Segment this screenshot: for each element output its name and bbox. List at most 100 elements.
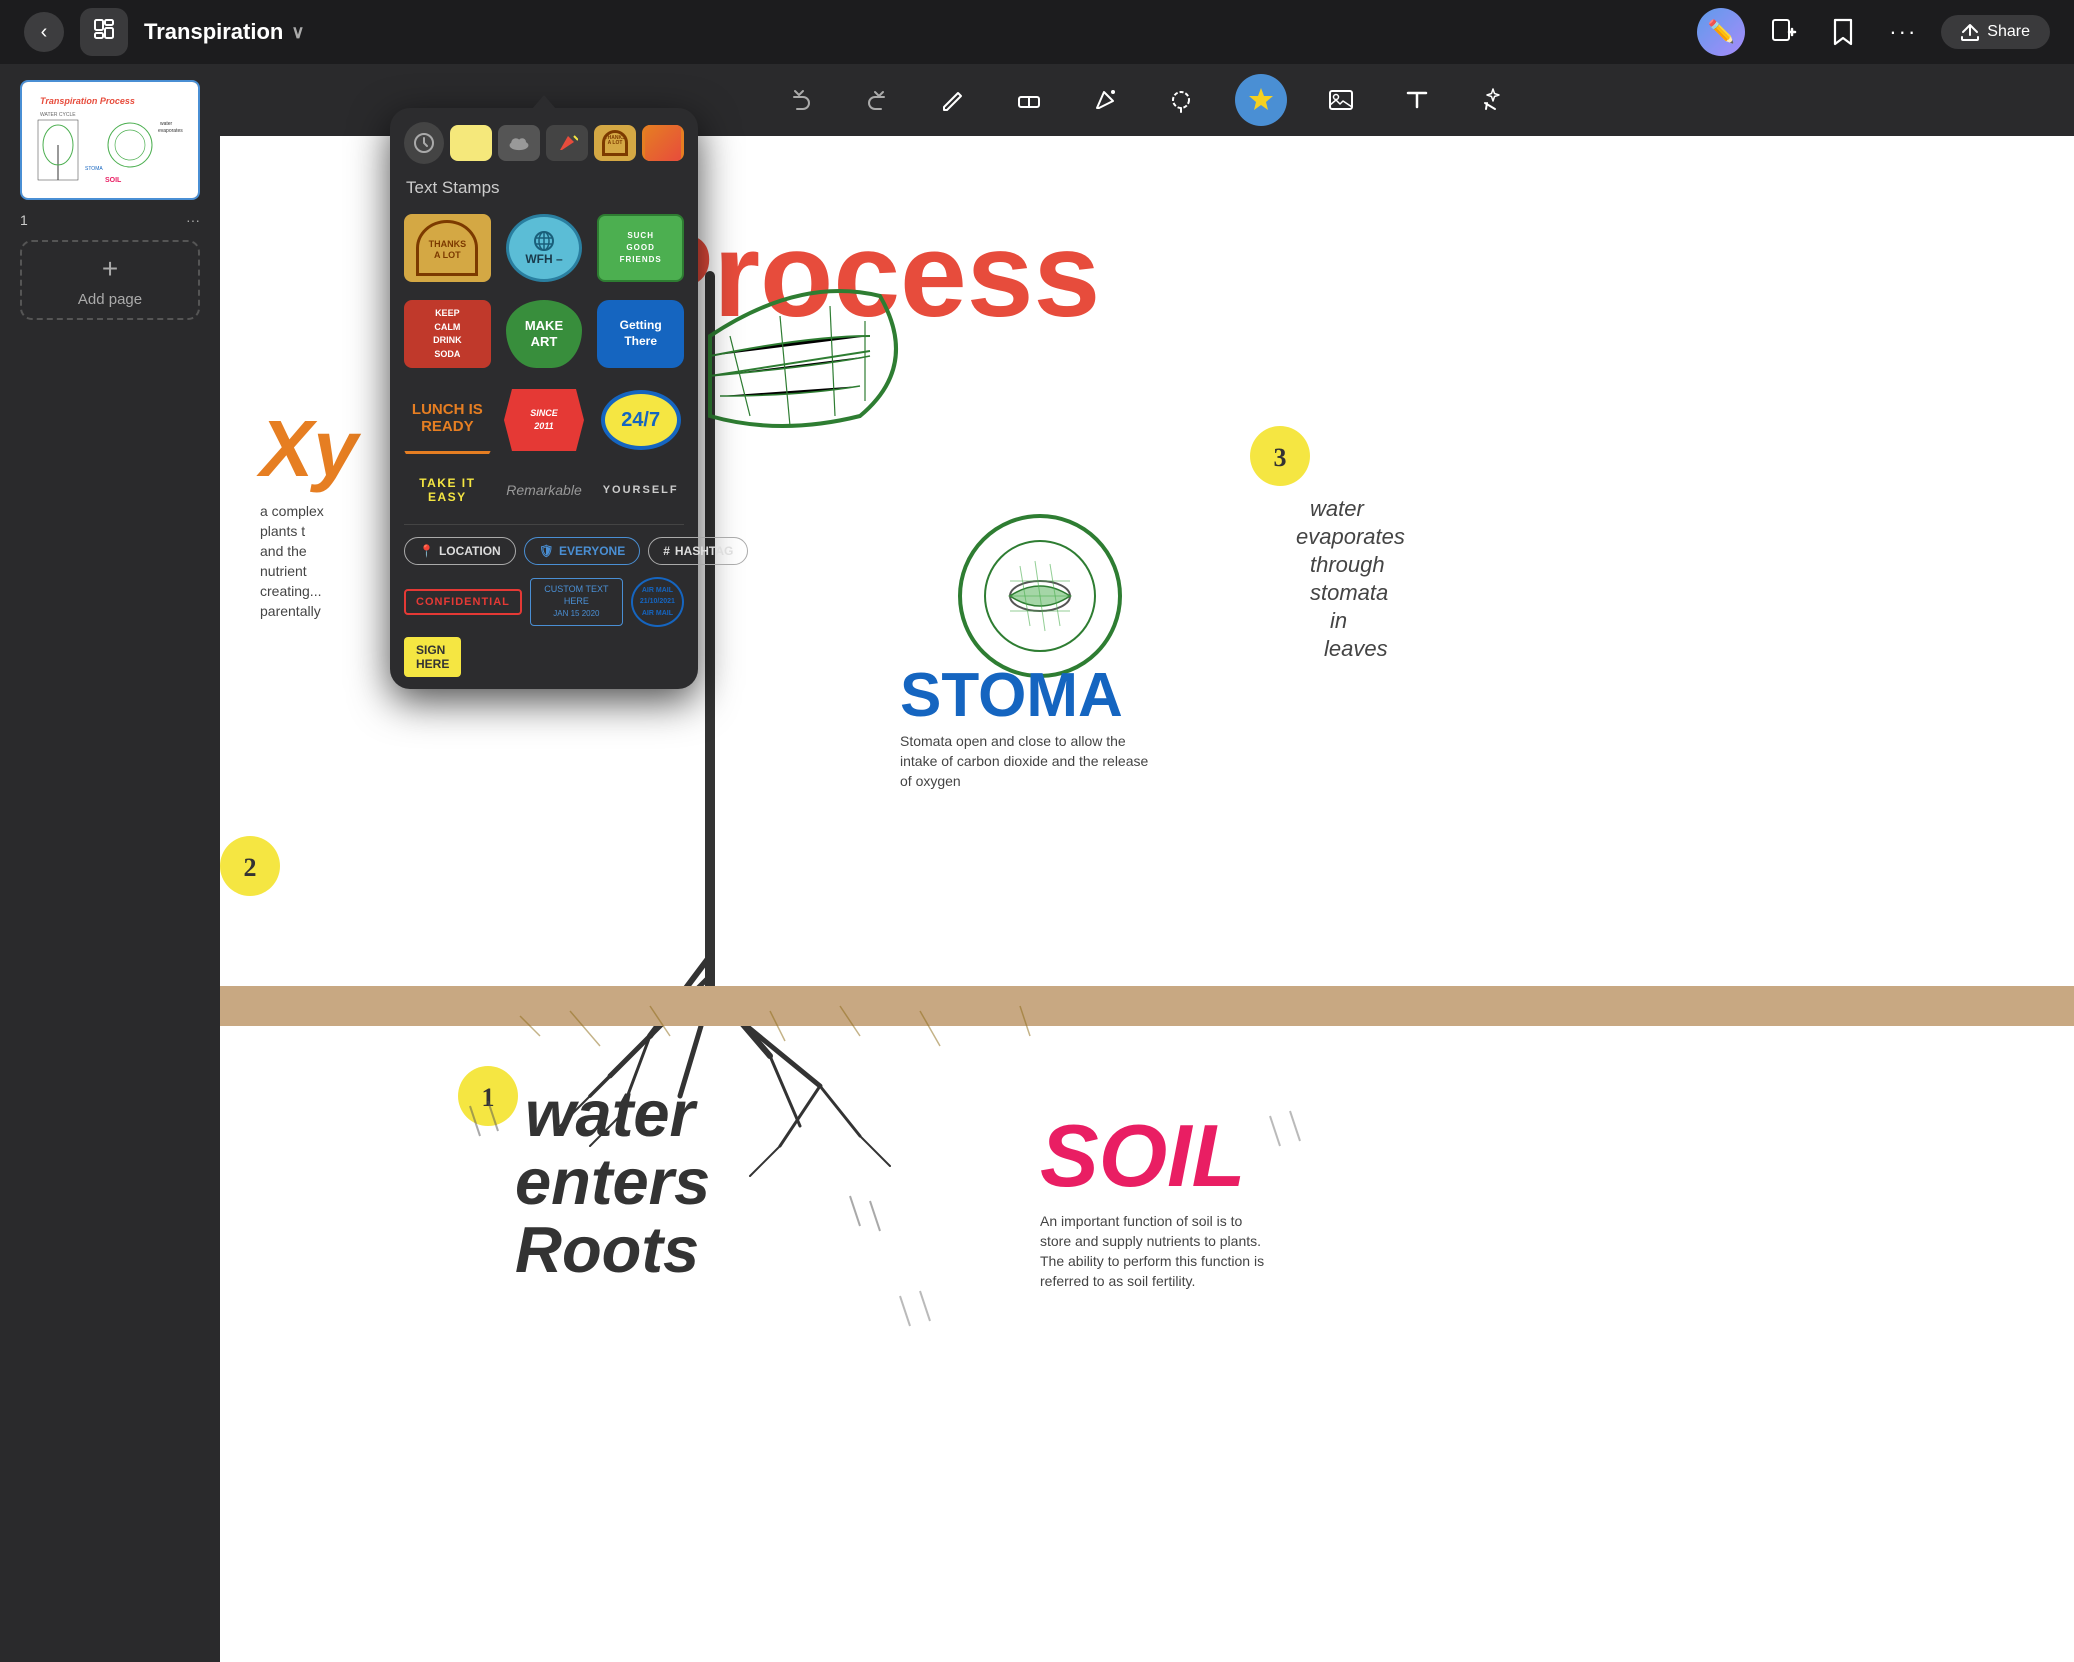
title-chevron-icon: ∨	[291, 22, 304, 43]
svg-text:enters: enters	[515, 1145, 710, 1218]
sticker-tool[interactable]	[1235, 74, 1287, 126]
svg-text:Roots: Roots	[515, 1213, 699, 1286]
remarkable-label: Remarkable	[506, 482, 581, 498]
tag-badges-row: 📍 LOCATION 🛡 EVERYONE # HASHTAG	[390, 533, 698, 573]
stamp-remarkable[interactable]: Remarkable	[501, 468, 588, 512]
add-page-icon-button[interactable]	[1761, 10, 1805, 54]
sticker-getting-there[interactable]: GettingThere	[597, 296, 684, 372]
svg-text:Xy: Xy	[256, 404, 361, 493]
stamp-yourself[interactable]: YOURSELF	[597, 468, 684, 512]
text-stamps-row: TAKE IT EASY Remarkable YOURSELF	[390, 458, 698, 520]
custom-text-label: CUSTOM TEXT HEREJAN 15 2020	[544, 584, 608, 617]
sticker-wfh[interactable]: WFH –	[501, 210, 588, 286]
share-button[interactable]: Share	[1941, 15, 2050, 49]
stamp-take-it-easy[interactable]: TAKE IT EASY	[404, 468, 491, 512]
tab-pen-sticker[interactable]	[546, 125, 588, 161]
sticker-good-friends[interactable]: SUCHGOODFRIENDS	[597, 210, 684, 286]
sticker-lunch-is-ready[interactable]: LUNCH ISREADY	[404, 382, 491, 458]
sticker-since-2011[interactable]: SINCE2011	[501, 382, 588, 458]
add-page-button[interactable]: + Add page	[20, 240, 200, 320]
confidential-label: CONFIDENTIAL	[416, 596, 510, 608]
svg-text:SOIL: SOIL	[1040, 1106, 1245, 1205]
logo-button[interactable]	[80, 8, 128, 56]
svg-text:creating...: creating...	[260, 583, 321, 599]
pen-tool[interactable]	[1083, 78, 1127, 122]
tag-hashtag[interactable]: # HASHTAG	[648, 537, 748, 565]
svg-text:water: water	[160, 121, 173, 127]
lasso-tool[interactable]	[1159, 78, 1203, 122]
undo-button[interactable]	[779, 78, 823, 122]
svg-text:evaporates: evaporates	[1296, 524, 1405, 549]
svg-text:Transpiration Process: Transpiration Process	[40, 96, 135, 106]
yourself-label: YOURSELF	[603, 484, 679, 496]
svg-text:SOIL: SOIL	[105, 177, 122, 184]
svg-text:2: 2	[244, 853, 257, 882]
top-bar: ‹ Transpiration ∨ ✏️ ···	[0, 0, 2074, 64]
image-tool[interactable]	[1319, 78, 1363, 122]
bookmark-button[interactable]	[1821, 10, 1865, 54]
tag-everyone[interactable]: 🛡 EVERYONE	[524, 537, 640, 565]
svg-text:evaporates: evaporates	[158, 128, 183, 134]
back-icon: ‹	[41, 21, 48, 44]
svg-text:referred to as soil fertility.: referred to as soil fertility.	[1040, 1273, 1195, 1289]
slide-number: 1	[20, 212, 28, 228]
svg-text:intake of carbon dioxide and t: intake of carbon dioxide and the release	[900, 753, 1148, 769]
stamp-custom-text[interactable]: CUSTOM TEXT HEREJAN 15 2020	[530, 578, 623, 625]
document-title-area[interactable]: Transpiration ∨	[144, 19, 305, 45]
slide-thumbnail-1[interactable]: Transpiration Process WATER CYCLE SOIL S…	[20, 80, 200, 200]
document-title: Transpiration	[144, 19, 283, 45]
stamp-air-mail[interactable]: AIR MAIL21/10/2021AIR MAIL	[631, 577, 684, 627]
everyone-icon: 🛡	[539, 544, 554, 558]
svg-text:a complex: a complex	[260, 503, 324, 519]
svg-text:water: water	[525, 1077, 699, 1150]
svg-text:leaves: leaves	[1324, 636, 1388, 661]
svg-text:STOMA: STOMA	[900, 661, 1123, 730]
tab-recent[interactable]	[404, 122, 444, 164]
svg-text:parentally: parentally	[260, 603, 321, 619]
sticker-grid: THANKSA LOT WFH – SUCHGOODFRIENDS	[390, 210, 698, 458]
svg-text:and the: and the	[260, 543, 307, 559]
svg-text:store and supply nutrients to: store and supply nutrients to plants.	[1040, 1233, 1261, 1249]
sticker-24-7[interactable]: 24/7	[597, 382, 684, 458]
more-options-button[interactable]: ···	[1881, 10, 1925, 54]
redo-button[interactable]	[855, 78, 899, 122]
stamp-confidential[interactable]: CONFIDENTIAL	[404, 589, 522, 615]
slide-preview: Transpiration Process WATER CYCLE SOIL S…	[22, 82, 198, 198]
text-tool[interactable]	[1395, 78, 1439, 122]
magic-tool[interactable]	[1471, 78, 1515, 122]
svg-text:STOMA: STOMA	[85, 166, 103, 172]
svg-text:WATER CYCLE: WATER CYCLE	[40, 112, 76, 118]
sticker-make-art[interactable]: MAKEART	[501, 296, 588, 372]
svg-text:in: in	[1330, 608, 1347, 633]
stamp-row: CONFIDENTIAL CUSTOM TEXT HEREJAN 15 2020…	[390, 573, 698, 633]
eraser-tool[interactable]	[1007, 78, 1051, 122]
sticker-thanks-a-lot[interactable]: THANKSA LOT	[404, 210, 491, 286]
slide-more-dots[interactable]: ···	[186, 212, 200, 228]
sticker-tab-row: THANKSA LOT	[390, 108, 698, 174]
tab-thanks-sticker[interactable]: THANKSA LOT	[594, 125, 636, 161]
back-button[interactable]: ‹	[24, 12, 64, 52]
tab-yellow-square[interactable]	[450, 125, 492, 161]
svg-text:nutrient: nutrient	[260, 563, 307, 579]
tag-location[interactable]: 📍 LOCATION	[404, 537, 516, 565]
svg-text:Stomata open and close to allo: Stomata open and close to allow the	[900, 733, 1126, 749]
slide-number-row: 1 ···	[20, 212, 200, 228]
avatar-button[interactable]: ✏️	[1697, 8, 1745, 56]
svg-text:plants t: plants t	[260, 523, 305, 539]
svg-text:1: 1	[482, 1083, 495, 1112]
hashtag-icon: #	[663, 544, 670, 558]
pencil-tool[interactable]	[931, 78, 975, 122]
svg-text:stomata: stomata	[1310, 580, 1388, 605]
svg-text:of oxygen: of oxygen	[900, 773, 961, 789]
svg-text:An important function of soil: An important function of soil is to	[1040, 1213, 1243, 1229]
take-it-easy-label: TAKE IT EASY	[404, 476, 491, 504]
svg-text:water: water	[1310, 496, 1365, 521]
tab-orange-sticker[interactable]	[642, 125, 684, 161]
tab-cloud[interactable]	[498, 125, 540, 161]
sticker-keep-calm[interactable]: KEEPCALMDRINKSODA	[404, 296, 491, 372]
air-mail-label: AIR MAIL21/10/2021AIR MAIL	[640, 585, 675, 619]
svg-text:through: through	[1310, 552, 1385, 577]
location-pin-icon: 📍	[419, 544, 434, 558]
sign-here-stamp[interactable]: SIGNHERE	[404, 637, 461, 677]
more-icon: ···	[1889, 19, 1917, 45]
